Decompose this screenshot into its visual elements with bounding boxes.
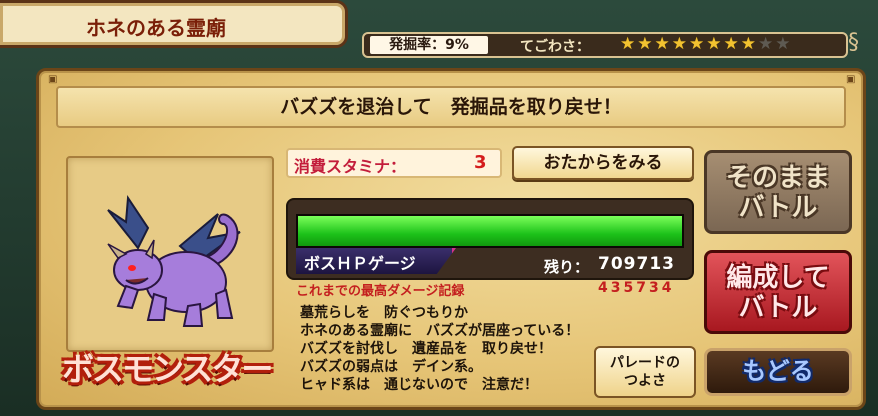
description-line: バズズを討伐し 遺産品を 取り戻せ！ [300, 341, 552, 357]
star-icon: ★ [689, 34, 705, 54]
difficulty-stars: ★ ★ ★ ★ ★ ★ ★ ★ ★ ★ [620, 34, 791, 54]
star-icon: ★ [706, 34, 722, 54]
boss-hp-gauge-fill [298, 216, 682, 246]
parade-label-line1: パレードの [610, 355, 680, 371]
description-line: ホネのある霊廟に バズズが居座っている！ [300, 323, 580, 339]
parade-label-line2: つよさ [624, 373, 666, 389]
parade-strength-button[interactable]: パレードの つよさ [594, 346, 696, 398]
star-icon: ★ [671, 34, 687, 54]
stage-title-plate: ホネのある霊廟 [0, 0, 348, 48]
boss-portrait [66, 156, 274, 352]
best-damage-value: 435734 [598, 280, 675, 296]
ornament-curl-icon: § [848, 30, 859, 55]
remaining-hp-label: 残り： [544, 258, 590, 276]
view-treasure-button[interactable]: おたからをみる [512, 146, 694, 180]
team-battle-label-line2: バトル [738, 293, 818, 323]
boss-monster-label: ボスモンスター [62, 350, 273, 388]
best-damage-label: これまでの最高ダメージ記録 [296, 284, 465, 299]
difficulty-label: てごわさ： [520, 39, 590, 55]
quest-description: 墓荒らしを 防ぐつもりか ホネのある霊廟に バズズが居座っている！ バズズを討伐… [300, 304, 579, 394]
direct-battle-label-line1: そのまま [725, 163, 830, 193]
description-line: 墓荒らしを 防ぐつもりか [300, 305, 468, 321]
stage-title: ホネのある霊廟 [86, 16, 226, 40]
description-line: ヒャド系は 通じないので 注意だ！ [300, 377, 538, 393]
corner-rivet-icon: ▣ [48, 74, 58, 85]
direct-battle-label-line2: バトル [738, 193, 818, 223]
direct-battle-button[interactable]: そのまま バトル [704, 150, 852, 234]
stamina-label: 消費スタミナ： [294, 157, 407, 176]
star-icon: ★ [723, 34, 739, 54]
boss-monster-image [107, 195, 241, 327]
dig-rate-badge: 発掘率：9% [368, 34, 490, 56]
star-icon: ★ [620, 34, 636, 54]
description-line: バズズの弱点は デイン系。 [300, 359, 482, 375]
star-icon: ★ [637, 34, 653, 54]
stamina-value: 3 [474, 152, 487, 173]
boss-hp-gauge-label: ボスＨＰゲージ [304, 254, 416, 273]
star-icon: ★ [740, 34, 756, 54]
star-icon: ★ [775, 34, 791, 54]
back-button[interactable]: もどる [704, 348, 852, 396]
team-battle-label-line1: 編成して [726, 263, 830, 293]
star-icon: ★ [654, 34, 670, 54]
corner-rivet-icon: ▣ [846, 74, 856, 85]
remaining-hp-value: 709713 [598, 254, 675, 274]
mission-banner: バズズを退治して 発掘品を取り戻せ！ [56, 86, 846, 128]
star-icon: ★ [758, 34, 774, 54]
team-battle-button[interactable]: 編成して バトル [704, 250, 852, 334]
